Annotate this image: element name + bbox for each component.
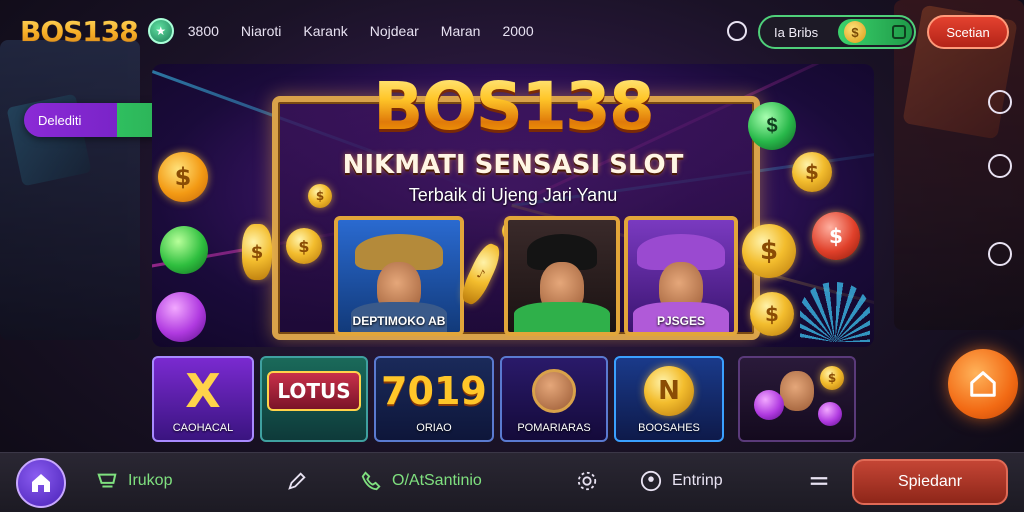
tile-art-1: X bbox=[185, 364, 221, 418]
wallet-switch[interactable]: $ bbox=[838, 19, 912, 45]
bottom-gear[interactable] bbox=[576, 470, 598, 492]
game-tiles: X CAOHACAL LOTUS 7019 ORIAO POMARIARAS N… bbox=[152, 356, 858, 442]
bottom-item-1-label: Irukop bbox=[128, 472, 173, 489]
tile-label-5: BOOSAHES bbox=[638, 422, 700, 434]
hero-logo: BOS138 bbox=[152, 68, 874, 145]
hero-title: NIKMATI SENSASI SLOT bbox=[342, 150, 684, 180]
bottom-home-button[interactable] bbox=[16, 458, 66, 508]
bottom-item-3[interactable]: Entrinp bbox=[640, 470, 723, 492]
game-tile-5[interactable]: N BOOSAHES bbox=[614, 356, 724, 442]
coin-icon: $ bbox=[750, 292, 794, 336]
pencil-icon bbox=[288, 472, 306, 490]
game-tile-3[interactable]: 7019 ORIAO bbox=[374, 356, 494, 442]
chat-icon[interactable] bbox=[988, 154, 1012, 178]
home-fab-button[interactable] bbox=[948, 349, 1018, 419]
nav-item-5[interactable]: Maran bbox=[441, 23, 481, 39]
purple-orb-icon bbox=[156, 292, 206, 342]
character-portrait-1[interactable]: DEPTIMOKO AB bbox=[334, 216, 464, 336]
home-icon bbox=[32, 474, 50, 492]
firework-icon bbox=[800, 282, 870, 342]
tile-art-3: 7019 bbox=[381, 369, 487, 413]
plus-icon[interactable] bbox=[892, 25, 906, 39]
bottom-item-2-label: O/AtSantinio bbox=[392, 472, 482, 489]
portrait-icon bbox=[532, 369, 576, 413]
coin-icon: $ bbox=[742, 224, 796, 278]
gift-icon[interactable] bbox=[988, 242, 1012, 266]
tile-label-3: ORIAO bbox=[416, 422, 452, 434]
background-cabinet-left bbox=[0, 40, 140, 340]
nav-item-1[interactable]: 3800 bbox=[188, 23, 219, 39]
bottom-pencil[interactable] bbox=[286, 470, 308, 492]
badge-icon: ★ bbox=[147, 18, 174, 44]
side-toggle-label: Delediti bbox=[38, 112, 82, 128]
hero-subtitle: Terbaik di Ujeng Jari Yanu bbox=[408, 185, 618, 205]
tile-art-4 bbox=[502, 358, 606, 424]
bell-icon[interactable] bbox=[988, 90, 1012, 114]
tile-art-5: N bbox=[616, 358, 722, 424]
menu-icon bbox=[810, 477, 828, 485]
nav-item-6[interactable]: 2000 bbox=[502, 23, 533, 39]
hero-banner[interactable]: $ $ $ $ $ $ $ $ $ BOS138 NIKMATI SENSASI… bbox=[152, 64, 874, 347]
portrait-caption-1: DEPTIMOKO AB bbox=[352, 314, 446, 328]
clock-icon[interactable] bbox=[727, 21, 747, 41]
coin-icon: $ bbox=[820, 366, 844, 390]
character-portrait-2[interactable] bbox=[504, 216, 620, 336]
game-tile-6[interactable]: $ bbox=[738, 356, 856, 442]
register-button[interactable]: Scetian bbox=[927, 15, 1009, 49]
tile-art-6: $ bbox=[740, 358, 854, 426]
body-icon bbox=[514, 302, 610, 332]
red-coin-icon: $ bbox=[812, 212, 860, 260]
coin-icon: $ bbox=[242, 224, 272, 280]
game-tile-2[interactable]: LOTUS bbox=[260, 356, 368, 442]
portrait-caption-3: PJSGES bbox=[656, 314, 706, 328]
wallet-label: Ia Bribs bbox=[774, 24, 819, 40]
bottom-item-3-label: Entrinp bbox=[672, 472, 723, 489]
bottom-item-1[interactable]: Irukop bbox=[96, 470, 172, 492]
bottom-menu[interactable] bbox=[808, 470, 830, 492]
wallet-toggle[interactable]: Ia Bribs $ bbox=[758, 15, 916, 49]
top-nav: 3800 Niaroti Karank Nojdear Maran 2000 bbox=[188, 23, 534, 39]
user-icon bbox=[640, 470, 662, 492]
purple-orb-icon bbox=[818, 402, 842, 426]
game-tile-1[interactable]: X CAOHACAL bbox=[152, 356, 254, 442]
game-tile-4[interactable]: POMARIARAS bbox=[500, 356, 608, 442]
coin-icon: $ bbox=[844, 21, 866, 43]
cart-icon bbox=[97, 473, 117, 488]
home-icon bbox=[970, 371, 996, 397]
tile-art-2: LOTUS bbox=[262, 358, 366, 424]
bottom-cta-button[interactable]: Spiedanr bbox=[852, 459, 1008, 505]
phone-icon bbox=[361, 471, 381, 491]
nav-item-3[interactable]: Karank bbox=[303, 23, 347, 39]
face-icon bbox=[780, 371, 814, 411]
nav-item-2[interactable]: Niaroti bbox=[241, 23, 281, 39]
nav-item-4[interactable]: Nojdear bbox=[370, 23, 419, 39]
coin-icon: $ bbox=[286, 228, 322, 264]
green-orb-icon bbox=[160, 226, 208, 274]
tile-label-4: POMARIARAS bbox=[517, 422, 591, 434]
gear-icon bbox=[577, 471, 597, 491]
site-logo[interactable]: BOS138 bbox=[20, 15, 139, 48]
bottom-item-2[interactable]: O/AtSantinio bbox=[360, 470, 482, 492]
tile-art-2-text: LOTUS bbox=[267, 371, 361, 411]
tile-label-1: CAOHACAL bbox=[172, 422, 234, 434]
tile-coin-icon: N bbox=[644, 366, 694, 416]
character-portrait-3[interactable]: PJSGES bbox=[624, 216, 738, 336]
purple-orb-icon bbox=[754, 390, 784, 420]
